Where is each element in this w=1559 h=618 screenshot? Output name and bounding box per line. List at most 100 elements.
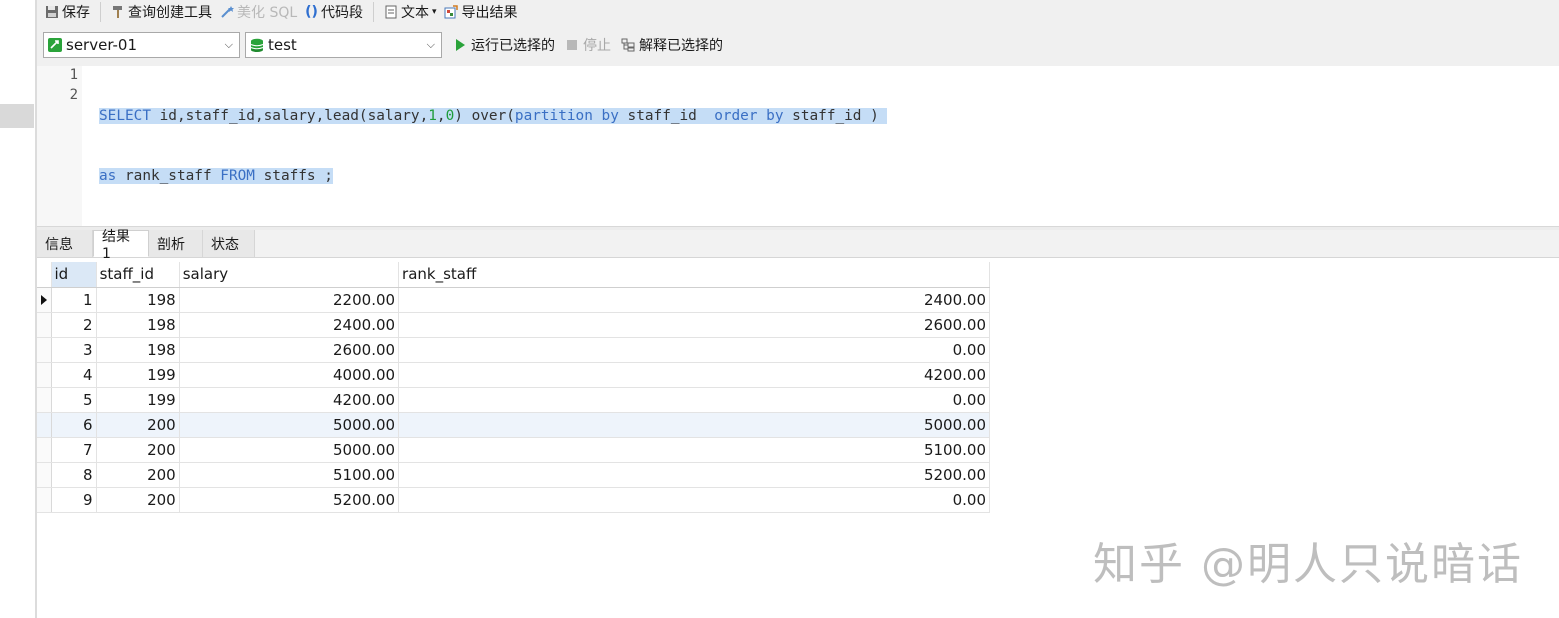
explain-selected-label: 解释已选择的 [639, 38, 723, 54]
save-icon [46, 6, 58, 18]
cell-rank-staff[interactable]: 4200.00 [398, 362, 990, 388]
parentheses-icon: () [305, 4, 318, 20]
sql-text: ) over( [454, 108, 515, 124]
cell-salary[interactable]: 4200.00 [179, 387, 400, 413]
cell-staff-id[interactable]: 199 [96, 362, 180, 388]
cell-rank-staff[interactable]: 5100.00 [398, 437, 990, 463]
sql-text: id,staff_id,salary,lead(salary, [150, 108, 429, 124]
column-header-salary[interactable]: salary [179, 262, 400, 288]
cell-salary[interactable]: 5000.00 [179, 437, 400, 463]
cell-salary[interactable]: 5100.00 [179, 462, 400, 488]
database-value: test [268, 36, 297, 54]
cell-id[interactable]: 9 [51, 487, 97, 513]
current-row-indicator[interactable] [37, 287, 52, 313]
cell-rank-staff[interactable]: 2600.00 [398, 312, 990, 338]
cell-id[interactable]: 1 [51, 287, 97, 313]
chevron-down-icon: ⌵ [426, 38, 435, 51]
cell-id[interactable]: 7 [51, 437, 97, 463]
connection-icon [48, 38, 62, 52]
dropdown-arrow-icon: ▾ [431, 7, 437, 17]
cell-staff-id[interactable]: 200 [96, 437, 180, 463]
cell-id[interactable]: 8 [51, 462, 97, 488]
row-header-corner [37, 262, 52, 288]
cell-rank-staff[interactable]: 0.00 [398, 387, 990, 413]
cell-staff-id[interactable]: 198 [96, 312, 180, 338]
run-selected-label: 运行已选择的 [471, 38, 555, 54]
table-row[interactable]: 1 198 2200.00 2400.00 [37, 287, 990, 313]
stop-button[interactable]: 停止 [565, 35, 611, 55]
beautify-sql-button[interactable]: 美化 SQL [218, 1, 299, 23]
cell-rank-staff[interactable]: 2400.00 [398, 287, 990, 313]
column-header-id[interactable]: id [51, 262, 97, 288]
line-number: 1 [69, 67, 78, 83]
cell-salary[interactable]: 2600.00 [179, 337, 400, 363]
grid-header-row: id staff_id salary rank_staff [37, 262, 990, 288]
toolbar-divider [372, 2, 374, 22]
cell-salary[interactable]: 4000.00 [179, 362, 400, 388]
play-icon [456, 39, 465, 51]
table-row[interactable]: 7 200 5000.00 5100.00 [37, 437, 990, 463]
column-header-staff-id[interactable]: staff_id [96, 262, 180, 288]
run-selected-button[interactable]: 运行已选择的 [453, 35, 555, 55]
cell-id[interactable]: 4 [51, 362, 97, 388]
cell-staff-id[interactable]: 200 [96, 412, 180, 438]
save-button[interactable]: 保存 [43, 1, 92, 23]
table-row[interactable]: 2 198 2400.00 2600.00 [37, 312, 990, 338]
cell-id[interactable]: 6 [51, 412, 97, 438]
toolbar-row-connection: server-01 ⌵ test ⌵ 运行已选择的 停止 解释已选择的 [43, 32, 723, 58]
row-header[interactable] [37, 362, 52, 388]
explain-selected-button[interactable]: 解释已选择的 [621, 35, 723, 55]
tab-info[interactable]: 信息 [37, 230, 93, 257]
cell-staff-id[interactable]: 199 [96, 387, 180, 413]
cell-staff-id[interactable]: 200 [96, 462, 180, 488]
sql-code[interactable]: SELECT id,staff_id,salary,lead(salary,1,… [99, 66, 888, 226]
table-row[interactable]: 4 199 4000.00 4200.00 [37, 362, 990, 388]
cell-rank-staff[interactable]: 0.00 [398, 337, 990, 363]
cell-salary[interactable]: 2200.00 [179, 287, 400, 313]
left-strip-selected-marker [0, 104, 34, 128]
code-snippet-button[interactable]: () 代码段 [303, 1, 365, 23]
export-icon [444, 5, 459, 19]
row-header[interactable] [37, 387, 52, 413]
table-row[interactable]: 9 200 5200.00 0.00 [37, 487, 990, 513]
text-mode-dropdown[interactable]: 文本 ▾ [382, 1, 439, 23]
row-header[interactable] [37, 312, 52, 338]
row-header[interactable] [37, 412, 52, 438]
sql-editor[interactable]: 1 2 SELECT id,staff_id,salary,lead(salar… [37, 66, 1559, 226]
export-results-button[interactable]: 导出结果 [442, 1, 519, 23]
table-row[interactable]: 5 199 4200.00 0.00 [37, 387, 990, 413]
cell-staff-id[interactable]: 198 [96, 287, 180, 313]
code-line-2: as rank_staff FROM staffs ; [99, 166, 887, 186]
row-header[interactable] [37, 337, 52, 363]
tab-status[interactable]: 状态 [203, 230, 255, 257]
cell-staff-id[interactable]: 198 [96, 337, 180, 363]
table-row[interactable]: 6 200 5000.00 5000.00 [37, 412, 990, 438]
query-builder-button[interactable]: 查询创建工具 [109, 1, 214, 23]
row-header[interactable] [37, 487, 52, 513]
connection-select[interactable]: server-01 ⌵ [43, 32, 240, 58]
tab-profile[interactable]: 剖析 [149, 230, 203, 257]
sql-keyword: SELECT [99, 108, 151, 124]
row-header[interactable] [37, 462, 52, 488]
table-row[interactable]: 8 200 5100.00 5200.00 [37, 462, 990, 488]
cell-staff-id[interactable]: 200 [96, 487, 180, 513]
cell-id[interactable]: 2 [51, 312, 97, 338]
cell-rank-staff[interactable]: 0.00 [398, 487, 990, 513]
explain-tree-icon [621, 38, 635, 52]
cell-salary[interactable]: 2400.00 [179, 312, 400, 338]
table-row[interactable]: 3 198 2600.00 0.00 [37, 337, 990, 363]
cell-rank-staff[interactable]: 5000.00 [398, 412, 990, 438]
cell-id[interactable]: 3 [51, 337, 97, 363]
row-header[interactable] [37, 437, 52, 463]
tab-profile-label: 剖析 [157, 236, 185, 253]
cell-salary[interactable]: 5000.00 [179, 412, 400, 438]
cell-salary[interactable]: 5200.00 [179, 487, 400, 513]
column-header-rank-staff[interactable]: rank_staff [398, 262, 990, 288]
cell-rank-staff[interactable]: 5200.00 [398, 462, 990, 488]
selected-text: as rank_staff FROM staffs ; [99, 168, 333, 184]
database-select[interactable]: test ⌵ [245, 32, 442, 58]
sql-keyword: FROM [220, 168, 255, 184]
cell-id[interactable]: 5 [51, 387, 97, 413]
tab-result-1[interactable]: 结果 1 [93, 229, 149, 262]
result-grid[interactable]: id staff_id salary rank_staff 1 198 2200… [37, 262, 990, 513]
